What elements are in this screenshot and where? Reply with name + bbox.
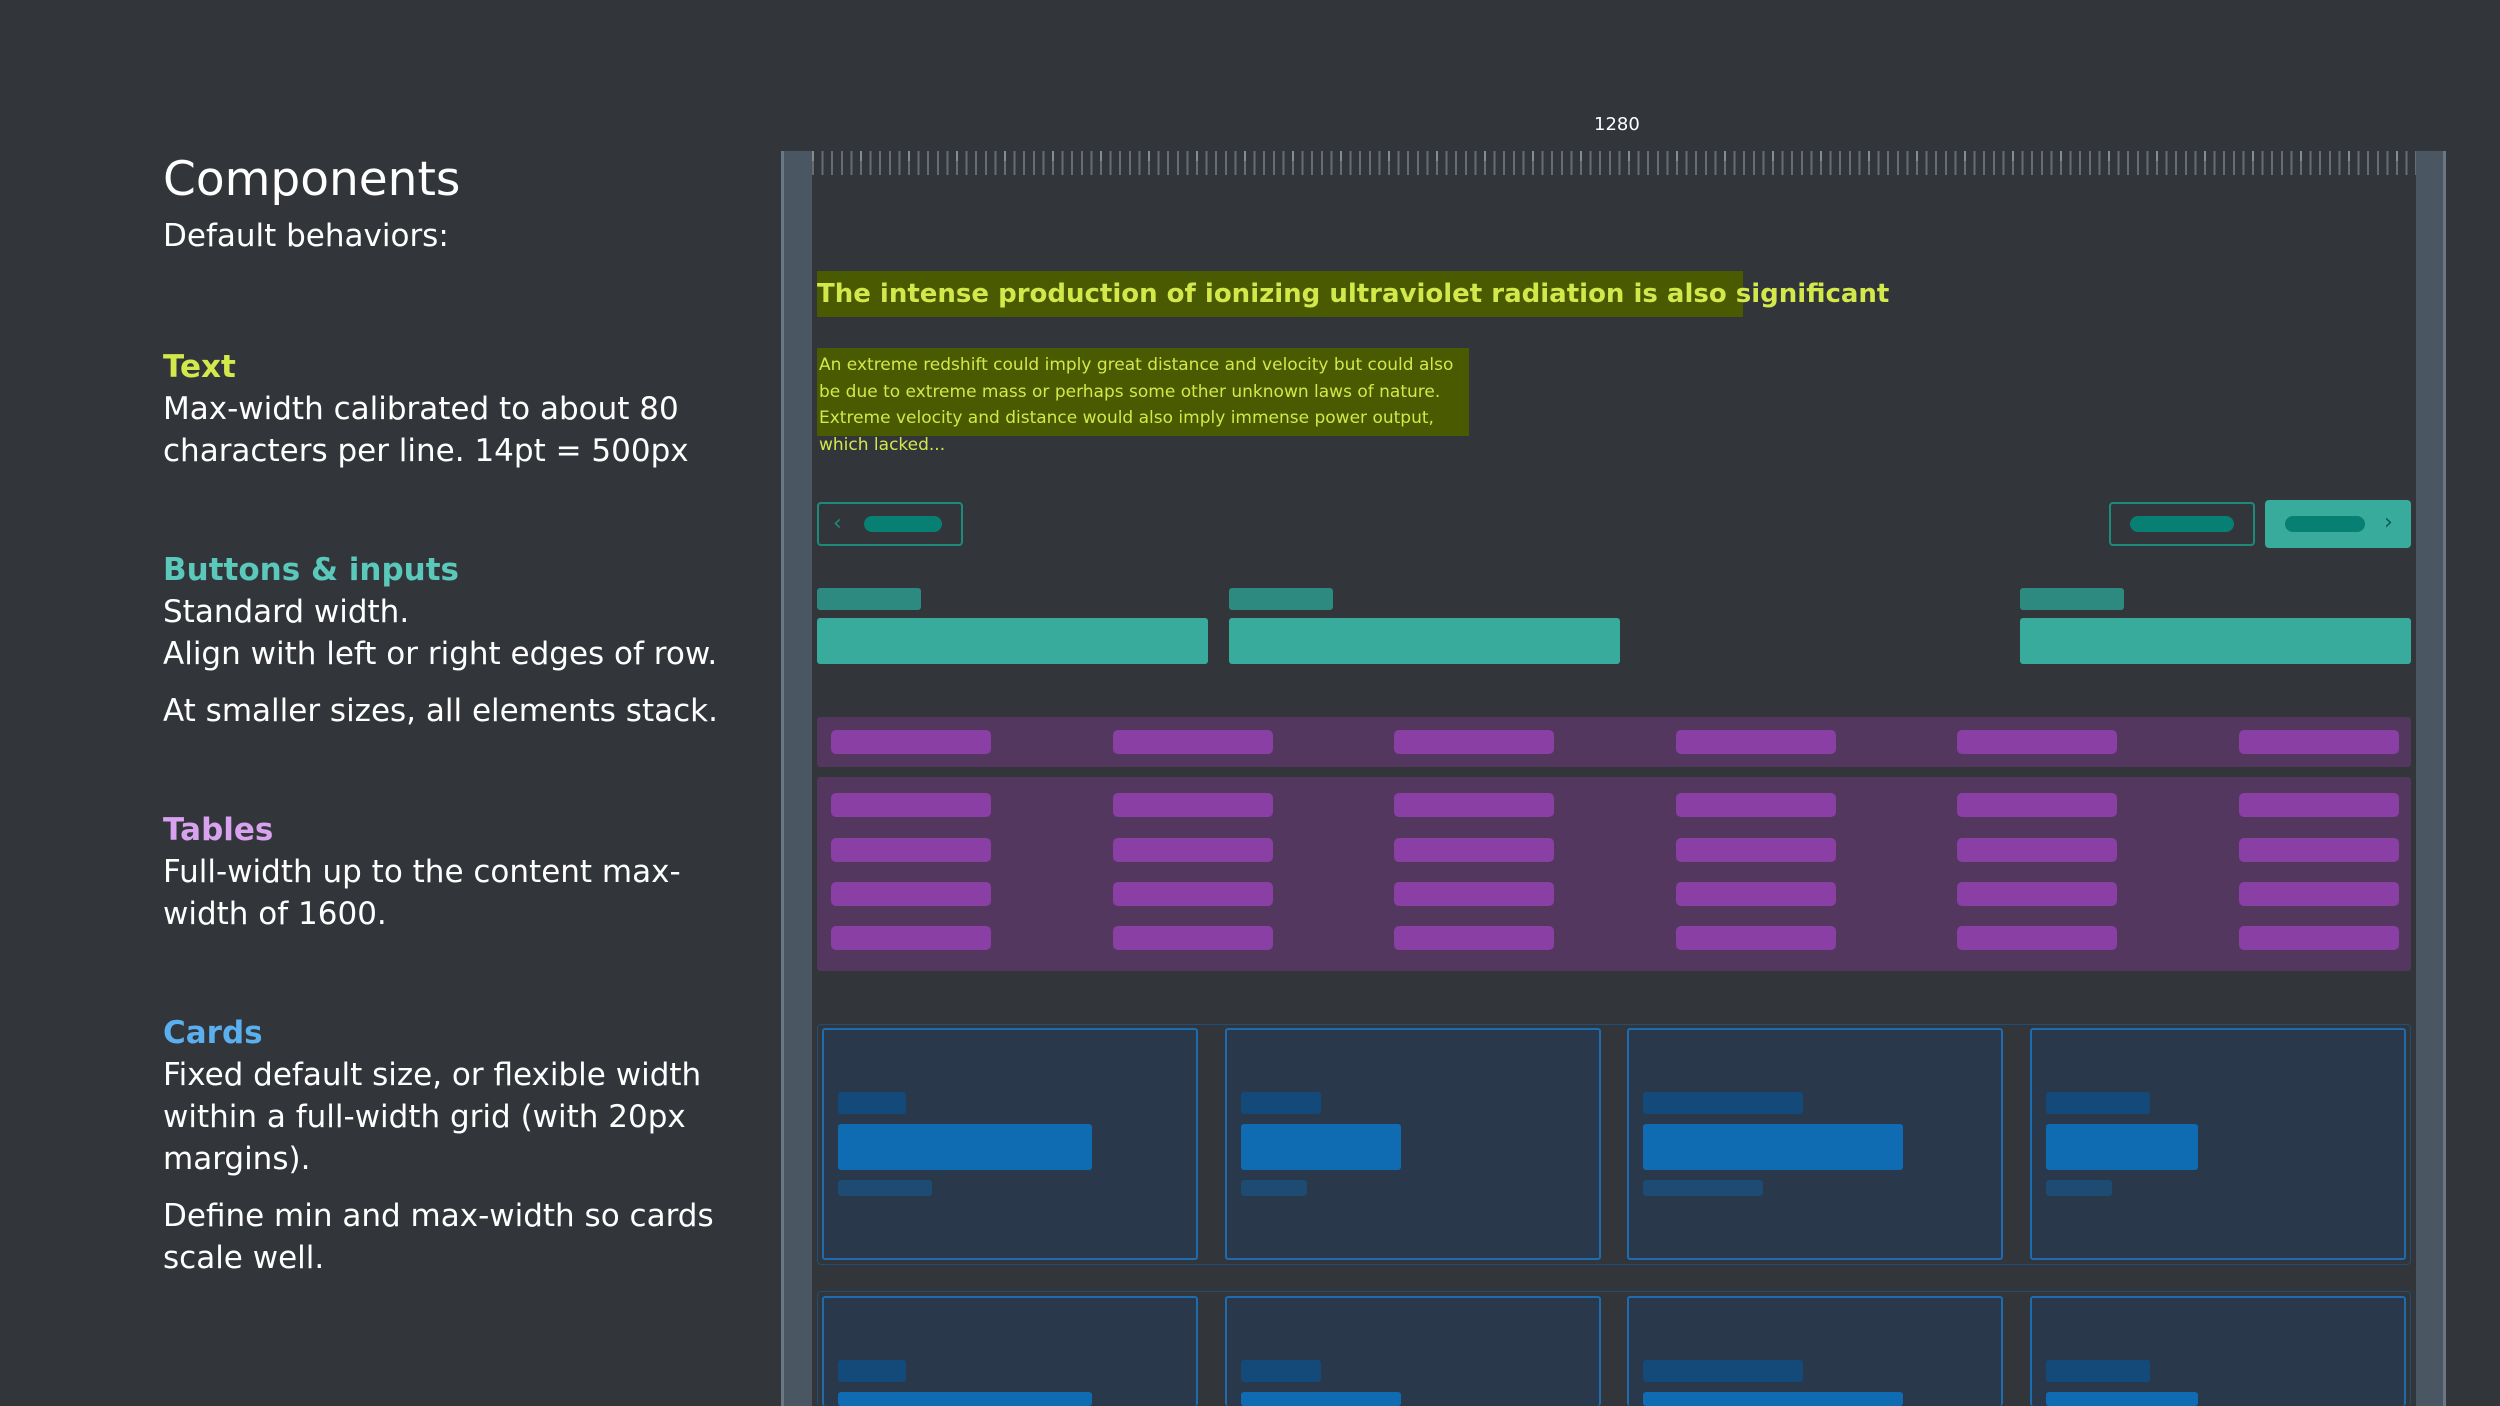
card[interactable] <box>1627 1296 2003 1406</box>
table-header-cell <box>1394 730 1554 754</box>
table-header-cell <box>1957 730 2117 754</box>
table-cell <box>1394 838 1554 862</box>
next-button[interactable]: › <box>2265 500 2411 548</box>
left-margin-rail <box>782 151 812 1406</box>
card-label-placeholder <box>1241 1360 1321 1382</box>
input-field[interactable] <box>817 618 1208 664</box>
section-heading-cards: Cards <box>163 1015 263 1051</box>
table-cell <box>1676 793 1836 817</box>
card[interactable] <box>1225 1028 1601 1260</box>
table-cell <box>2239 793 2399 817</box>
card-label-placeholder <box>838 1092 906 1114</box>
table-cell <box>1957 926 2117 950</box>
table-cell <box>1676 926 1836 950</box>
table-cell <box>831 926 991 950</box>
section-heading-buttons-inputs: Buttons & inputs <box>163 552 459 588</box>
section-text-paragraph: Max-width calibrated to about 80 charact… <box>163 391 689 469</box>
right-frame-edge <box>2443 151 2446 1406</box>
card-meta-placeholder <box>838 1180 932 1196</box>
card[interactable] <box>1627 1028 2003 1260</box>
card-label-placeholder <box>1643 1092 1803 1114</box>
table-cell <box>2239 882 2399 906</box>
card-title-placeholder <box>2046 1124 2198 1170</box>
right-margin-rail <box>2416 151 2446 1406</box>
table-cell <box>1394 882 1554 906</box>
table-cell <box>1113 793 1273 817</box>
table-cell <box>1113 882 1273 906</box>
input-field[interactable] <box>1229 618 1620 664</box>
table-header-cell <box>2239 730 2399 754</box>
card-label-placeholder <box>2046 1092 2150 1114</box>
card-label-placeholder <box>838 1360 906 1382</box>
card-label-placeholder <box>1241 1092 1321 1114</box>
card[interactable] <box>822 1296 1198 1406</box>
input-label-placeholder <box>1229 588 1333 610</box>
table-body <box>817 777 2411 971</box>
page-title: Components <box>163 152 461 207</box>
card[interactable] <box>2030 1296 2406 1406</box>
card[interactable] <box>822 1028 1198 1260</box>
table-cell <box>1957 838 2117 862</box>
sample-heading-text: The intense production of ionizing ultra… <box>817 279 1890 309</box>
button-label-placeholder <box>2130 516 2234 532</box>
table-cell <box>831 882 991 906</box>
table-header-cell <box>831 730 991 754</box>
card-title-placeholder <box>838 1392 1092 1406</box>
table-cell <box>1957 793 2117 817</box>
secondary-button[interactable] <box>2109 502 2255 546</box>
table-cell <box>1113 838 1273 862</box>
section-heading-tables: Tables <box>163 812 274 848</box>
table-cell <box>1394 793 1554 817</box>
width-label: 1280 <box>1594 114 1640 135</box>
sample-paragraph-text: An extreme redshift could imply great di… <box>819 355 1454 455</box>
button-label-placeholder <box>864 516 942 532</box>
card-meta-placeholder <box>1643 1180 1763 1196</box>
chevron-right-icon: › <box>2384 510 2393 535</box>
section-heading-text: Text <box>163 349 236 385</box>
card-label-placeholder <box>2046 1360 2150 1382</box>
card-title-placeholder <box>1643 1124 1903 1170</box>
previous-button[interactable]: ‹ <box>817 502 963 546</box>
table-header <box>817 717 2411 767</box>
card-label-placeholder <box>1643 1360 1803 1382</box>
chevron-left-icon: ‹ <box>833 511 842 536</box>
section-buttons-paragraph-1: Standard width. Align with left or right… <box>163 594 718 672</box>
card-meta-placeholder <box>2046 1180 2112 1196</box>
card[interactable] <box>1225 1296 1601 1406</box>
sample-heading-block: The intense production of ionizing ultra… <box>817 271 1889 317</box>
card-title-placeholder <box>1643 1392 1903 1406</box>
table-cell <box>1957 882 2117 906</box>
card-title-placeholder <box>1241 1124 1401 1170</box>
width-ruler <box>812 151 2416 175</box>
table-cell <box>1394 926 1554 950</box>
table-cell <box>2239 838 2399 862</box>
section-cards-paragraph-2: Define min and max-width so cards scale … <box>163 1198 714 1276</box>
section-buttons-paragraph-2: At smaller sizes, all elements stack. <box>163 693 718 729</box>
table-header-cell <box>1676 730 1836 754</box>
card[interactable] <box>2030 1028 2406 1260</box>
table-cell <box>1676 882 1836 906</box>
card-title-placeholder <box>1241 1392 1401 1406</box>
left-frame-edge <box>781 151 784 1406</box>
table-cell <box>831 793 991 817</box>
table-cell <box>2239 926 2399 950</box>
sample-paragraph-block: An extreme redshift could imply great di… <box>817 348 1469 455</box>
page-subtitle: Default behaviors: <box>163 218 449 254</box>
table-cell <box>1676 838 1836 862</box>
card-title-placeholder <box>2046 1392 2198 1406</box>
card-title-placeholder <box>838 1124 1092 1170</box>
table-cell <box>831 838 991 862</box>
table-header-cell <box>1113 730 1273 754</box>
section-cards-paragraph-1: Fixed default size, or flexible width wi… <box>163 1057 702 1177</box>
input-label-placeholder <box>817 588 921 610</box>
card-meta-placeholder <box>1241 1180 1307 1196</box>
table-cell <box>1113 926 1273 950</box>
input-label-placeholder <box>2020 588 2124 610</box>
button-label-placeholder <box>2285 516 2365 532</box>
section-tables-paragraph: Full-width up to the content max-width o… <box>163 854 681 932</box>
input-field[interactable] <box>2020 618 2411 664</box>
